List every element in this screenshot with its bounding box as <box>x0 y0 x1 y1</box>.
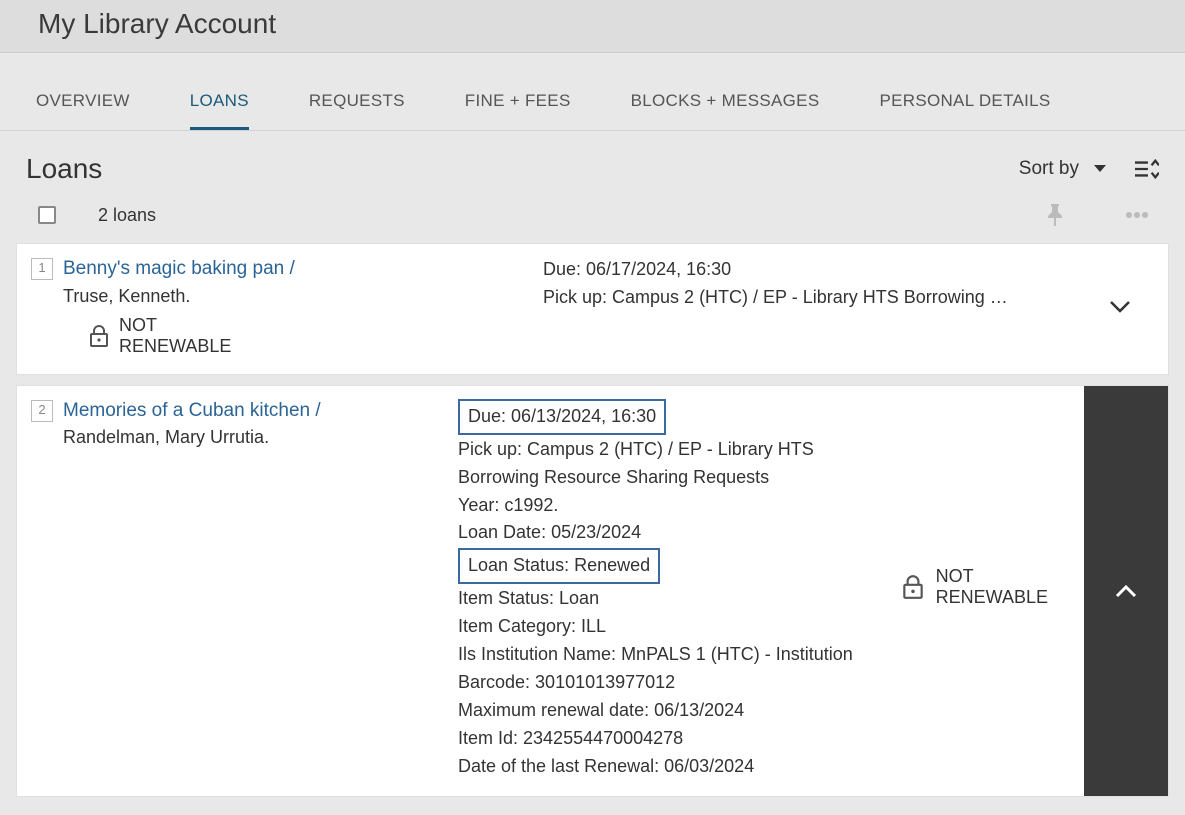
loan-item-id: Item Id: 2342554470004278 <box>458 725 1068 753</box>
sort-by-label: Sort by <box>1019 158 1079 180</box>
tab-overview[interactable]: OVERVIEW <box>36 91 130 130</box>
loan-date: Loan Date: 05/23/2024 <box>458 519 1068 547</box>
loan-last-renewal: Date of the last Renewal: 06/03/2024 <box>458 753 1068 781</box>
loan-index-badge: 2 <box>31 400 53 422</box>
loan-pickup: Pick up: Campus 2 (HTC) / EP - Library H… <box>458 436 838 492</box>
loan-title-link[interactable]: Memories of a Cuban kitchen / <box>63 398 458 424</box>
loan-max-renewal: Maximum renewal date: 06/13/2024 <box>458 697 1068 725</box>
loan-barcode: Barcode: 30101013977012 <box>458 669 1068 697</box>
list-options-icon[interactable] <box>1135 157 1159 181</box>
loan-author: Truse, Kenneth. <box>63 286 543 307</box>
chevron-up-icon <box>1114 583 1138 599</box>
loan-due: Due: 06/17/2024, 16:30 <box>543 256 1090 284</box>
tab-blocks-messages[interactable]: BLOCKS + MESSAGES <box>631 91 820 130</box>
select-all-checkbox[interactable] <box>38 206 56 224</box>
lock-icon <box>902 574 924 600</box>
loans-count-label: 2 loans <box>98 205 156 226</box>
loan-pickup: Pick up: Campus 2 (HTC) / EP - Library H… <box>543 284 1013 312</box>
tab-requests[interactable]: REQUESTS <box>309 91 405 130</box>
loan-status-highlighted: Loan Status: Renewed <box>458 548 660 584</box>
not-renewable-line1: NOT <box>119 315 231 337</box>
loan-title-link[interactable]: Benny's magic baking pan / <box>63 256 543 282</box>
sort-by-dropdown[interactable]: Sort by <box>1019 158 1107 180</box>
not-renewable-line1: NOT <box>936 566 1048 588</box>
loan-index-badge: 1 <box>31 258 53 280</box>
pin-icon[interactable] <box>1043 203 1067 227</box>
expand-button[interactable] <box>1090 256 1150 358</box>
loan-card: 2 Memories of a Cuban kitchen / Randelma… <box>16 385 1169 798</box>
chevron-down-icon <box>1109 300 1131 314</box>
page-title: My Library Account <box>38 8 1185 40</box>
more-menu-icon[interactable] <box>1125 203 1149 227</box>
not-renewable-badge: NOT RENEWABLE <box>89 315 543 358</box>
loan-year: Year: c1992. <box>458 492 1068 520</box>
not-renewable-line2: RENEWABLE <box>936 587 1048 609</box>
tab-loans[interactable]: LOANS <box>190 91 249 130</box>
collapse-button[interactable] <box>1084 386 1168 797</box>
loan-ils-name: Ils Institution Name: MnPALS 1 (HTC) - I… <box>458 641 1068 669</box>
section-header: Loans Sort by <box>0 131 1185 203</box>
page-header: My Library Account <box>0 0 1185 53</box>
loan-author: Randelman, Mary Urrutia. <box>63 427 458 448</box>
tab-bar: OVERVIEW LOANS REQUESTS FINE + FEES BLOC… <box>0 53 1185 131</box>
list-controls: 2 loans <box>0 203 1185 243</box>
not-renewable-line2: RENEWABLE <box>119 336 231 358</box>
loan-item-category: Item Category: ILL <box>458 613 1068 641</box>
tab-fine-fees[interactable]: FINE + FEES <box>465 91 571 130</box>
tab-personal-details[interactable]: PERSONAL DETAILS <box>879 91 1050 130</box>
loan-due-highlighted: Due: 06/13/2024, 16:30 <box>458 399 666 435</box>
loan-card: 1 Benny's magic baking pan / Truse, Kenn… <box>16 243 1169 375</box>
caret-down-icon <box>1093 164 1107 174</box>
lock-icon <box>89 324 109 348</box>
not-renewable-badge: NOT RENEWABLE <box>902 566 1048 609</box>
section-title: Loans <box>26 153 102 185</box>
